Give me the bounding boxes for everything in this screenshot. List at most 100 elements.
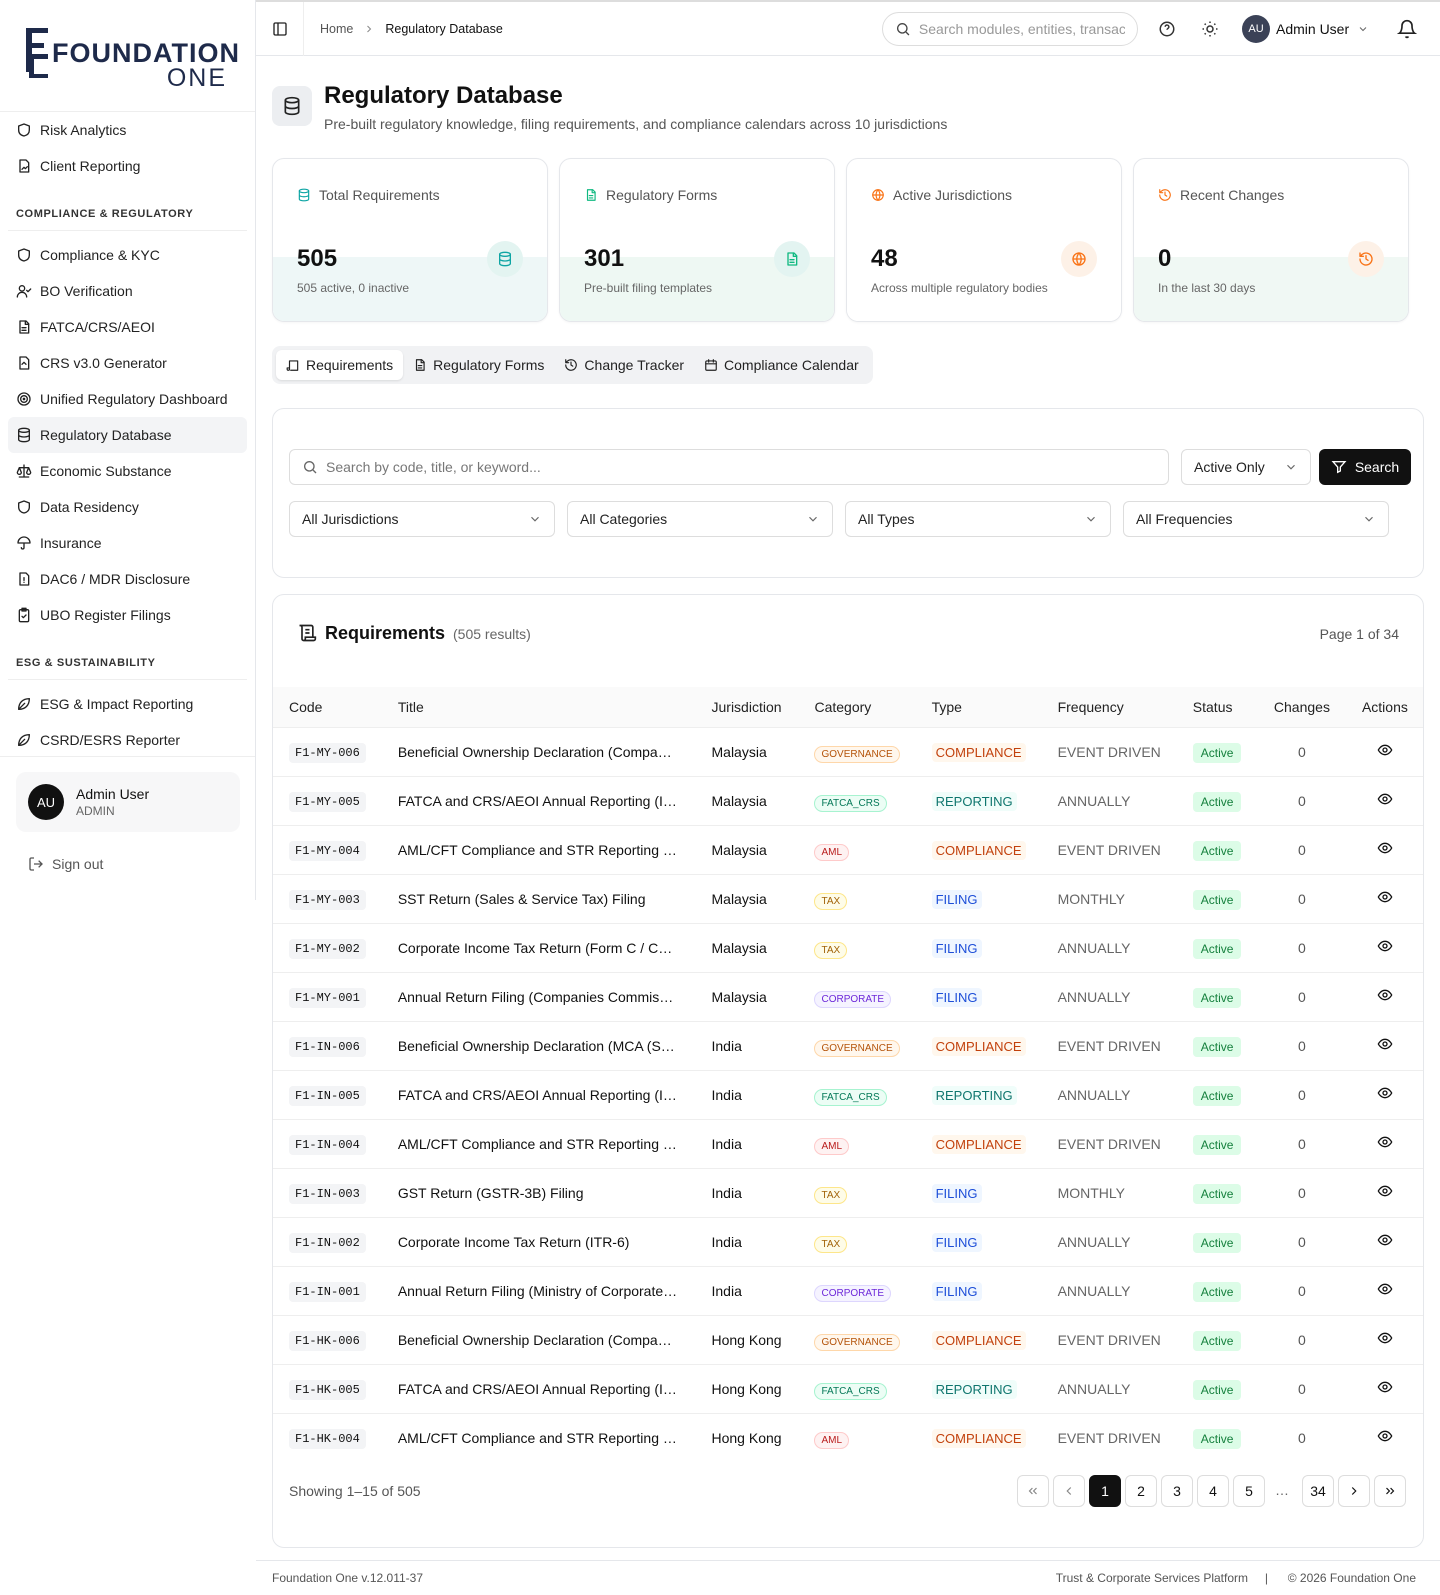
sidebar-item-unified-regulatory-dashboard[interactable]: Unified Regulatory Dashboard [8, 381, 247, 417]
search-button[interactable]: Search [1319, 449, 1411, 485]
page-button[interactable]: 3 [1161, 1475, 1193, 1507]
sidebar-item-label: CSRD/ESRS Reporter [40, 732, 181, 748]
page-button[interactable]: 2 [1125, 1475, 1157, 1507]
eye-icon[interactable] [1377, 742, 1393, 758]
category-select[interactable]: All Categories [567, 501, 833, 537]
sidebar-item-esg-impact-reporting[interactable]: ESG & Impact Reporting [8, 686, 247, 722]
column-header-code[interactable]: Code [273, 687, 382, 727]
table-row[interactable]: F1-IN-004 AML/CFT Compliance and STR Rep… [273, 1118, 1423, 1168]
table-row[interactable]: F1-IN-002 Corporate Income Tax Return (I… [273, 1216, 1423, 1266]
sidebar-item-bo-verification[interactable]: BO Verification [8, 273, 247, 309]
global-search-input[interactable]: Search modules, entities, transac [882, 12, 1138, 46]
sidebar-item-economic-substance[interactable]: Economic Substance [8, 453, 247, 489]
category-cell: TAX [798, 922, 916, 972]
table-row[interactable]: F1-MY-006 Beneficial Ownership Declarati… [273, 726, 1423, 776]
tab-requirements[interactable]: Requirements [276, 350, 404, 380]
table-row[interactable]: F1-IN-003 GST Return (GSTR-3B) Filing In… [273, 1167, 1423, 1217]
next-page-button[interactable] [1338, 1475, 1370, 1507]
eye-icon[interactable] [1377, 1085, 1393, 1101]
avatar: AU [28, 784, 64, 820]
category-cell: FATCA_CRS [798, 1363, 916, 1413]
alert-document-icon [19, 572, 30, 586]
column-header-frequency[interactable]: Frequency [1041, 687, 1177, 727]
jurisdiction-select[interactable]: All Jurisdictions [289, 501, 555, 537]
eye-icon[interactable] [1377, 889, 1393, 905]
type-select[interactable]: All Types [845, 501, 1111, 537]
chevron-down-icon [1365, 516, 1373, 522]
last-page-number-button[interactable]: 34 [1302, 1475, 1334, 1507]
tab-regulatory-forms[interactable]: Regulatory Forms [403, 350, 554, 380]
table-row[interactable]: F1-IN-001 Annual Return Filing (Ministry… [273, 1265, 1423, 1315]
table-row[interactable]: F1-MY-002 Corporate Income Tax Return (F… [273, 922, 1423, 972]
tab-change-tracker[interactable]: Change Tracker [554, 350, 694, 380]
stat-label-text: Recent Changes [1180, 187, 1285, 203]
jurisdiction-cell: India [695, 1020, 799, 1070]
sidebar-item-risk-analytics[interactable]: Risk Analytics [8, 112, 247, 148]
type-cell: COMPLIANCE [915, 1118, 1042, 1168]
page-button[interactable]: 1 [1089, 1475, 1121, 1507]
column-header-actions[interactable]: Actions [1345, 687, 1423, 727]
column-header-changes[interactable]: Changes [1257, 687, 1346, 727]
sidebar-toggle-button[interactable] [256, 1, 304, 56]
changes-cell: 0 [1257, 726, 1346, 776]
brand-logo[interactable]: FOUNDATION ONE [0, 0, 255, 112]
page-button[interactable]: 4 [1197, 1475, 1229, 1507]
column-header-jurisdiction[interactable]: Jurisdiction [695, 687, 799, 727]
eye-icon[interactable] [1377, 1379, 1393, 1395]
eye-icon[interactable] [1377, 791, 1393, 807]
eye-icon[interactable] [1377, 1134, 1393, 1150]
table-row[interactable]: F1-HK-005 FATCA and CRS/AEOI Annual Repo… [273, 1363, 1423, 1413]
column-header-type[interactable]: Type [915, 687, 1042, 727]
frequency-select[interactable]: All Frequencies [1123, 501, 1389, 537]
table-row[interactable]: F1-MY-003 SST Return (Sales & Service Ta… [273, 873, 1423, 923]
sidebar-item-ubo-register-filings[interactable]: UBO Register Filings [8, 597, 247, 633]
page-button[interactable]: 5 [1233, 1475, 1265, 1507]
user-card[interactable]: AU Admin User ADMIN [16, 772, 240, 832]
page-title: Regulatory Database [324, 82, 563, 109]
eye-icon[interactable] [1377, 1330, 1393, 1346]
bell-icon[interactable] [1397, 19, 1417, 39]
status-select[interactable]: Active Only [1181, 449, 1311, 485]
sidebar-item-crs-v3-0-generator[interactable]: CRS v3.0 Generator [8, 345, 247, 381]
requirement-search-input[interactable]: Search by code, title, or keyword... [289, 449, 1169, 485]
column-header-title[interactable]: Title [381, 687, 696, 727]
help-icon[interactable] [1158, 20, 1176, 38]
eye-icon[interactable] [1377, 938, 1393, 954]
sidebar-item-data-residency[interactable]: Data Residency [8, 489, 247, 525]
eye-icon[interactable] [1377, 1036, 1393, 1052]
crumb-home[interactable]: Home [320, 22, 353, 36]
eye-icon[interactable] [1377, 1183, 1393, 1199]
column-header-status[interactable]: Status [1176, 687, 1258, 727]
sidebar-item-compliance-kyc[interactable]: Compliance & KYC [8, 237, 247, 273]
eye-icon[interactable] [1377, 987, 1393, 1003]
eye-icon[interactable] [1377, 1281, 1393, 1297]
table-row[interactable]: F1-MY-001 Annual Return Filing (Companie… [273, 971, 1423, 1021]
theme-toggle-icon[interactable] [1201, 20, 1219, 38]
tab-compliance-calendar[interactable]: Compliance Calendar [694, 350, 869, 380]
user-menu[interactable]: AU Admin User [1242, 15, 1369, 43]
category-badge: TAX [814, 892, 848, 910]
column-header-category[interactable]: Category [798, 687, 916, 727]
document-icon [416, 359, 425, 371]
sidebar-item-insurance[interactable]: Insurance [8, 525, 247, 561]
table-row[interactable]: F1-IN-005 FATCA and CRS/AEOI Annual Repo… [273, 1069, 1423, 1119]
table-row[interactable]: F1-MY-004 AML/CFT Compliance and STR Rep… [273, 824, 1423, 874]
table-row[interactable]: F1-HK-004 AML/CFT Compliance and STR Rep… [273, 1412, 1423, 1462]
sidebar-item-client-reporting[interactable]: Client Reporting [8, 148, 247, 184]
sidebar-item-regulatory-database[interactable]: Regulatory Database [8, 417, 247, 453]
last-page-button[interactable] [1374, 1475, 1406, 1507]
report-icon [19, 159, 30, 173]
signout-button[interactable]: Sign out [28, 856, 103, 872]
table-row[interactable]: F1-HK-006 Beneficial Ownership Declarati… [273, 1314, 1423, 1364]
first-page-button[interactable] [1017, 1475, 1049, 1507]
table-row[interactable]: F1-IN-006 Beneficial Ownership Declarati… [273, 1020, 1423, 1070]
sidebar-item-dac6-mdr-disclosure[interactable]: DAC6 / MDR Disclosure [8, 561, 247, 597]
sidebar-nav[interactable]: Risk Analytics Client Reporting COMPLIANC… [0, 112, 255, 756]
eye-icon[interactable] [1377, 1428, 1393, 1444]
eye-icon[interactable] [1377, 1232, 1393, 1248]
sidebar-item-fatca-crs-aeoi[interactable]: FATCA/CRS/AEOI [8, 309, 247, 345]
table-row[interactable]: F1-MY-005 FATCA and CRS/AEOI Annual Repo… [273, 775, 1423, 825]
sidebar-item-csrd-esrs-reporter[interactable]: CSRD/ESRS Reporter [8, 722, 247, 756]
prev-page-button[interactable] [1053, 1475, 1085, 1507]
eye-icon[interactable] [1377, 840, 1393, 856]
